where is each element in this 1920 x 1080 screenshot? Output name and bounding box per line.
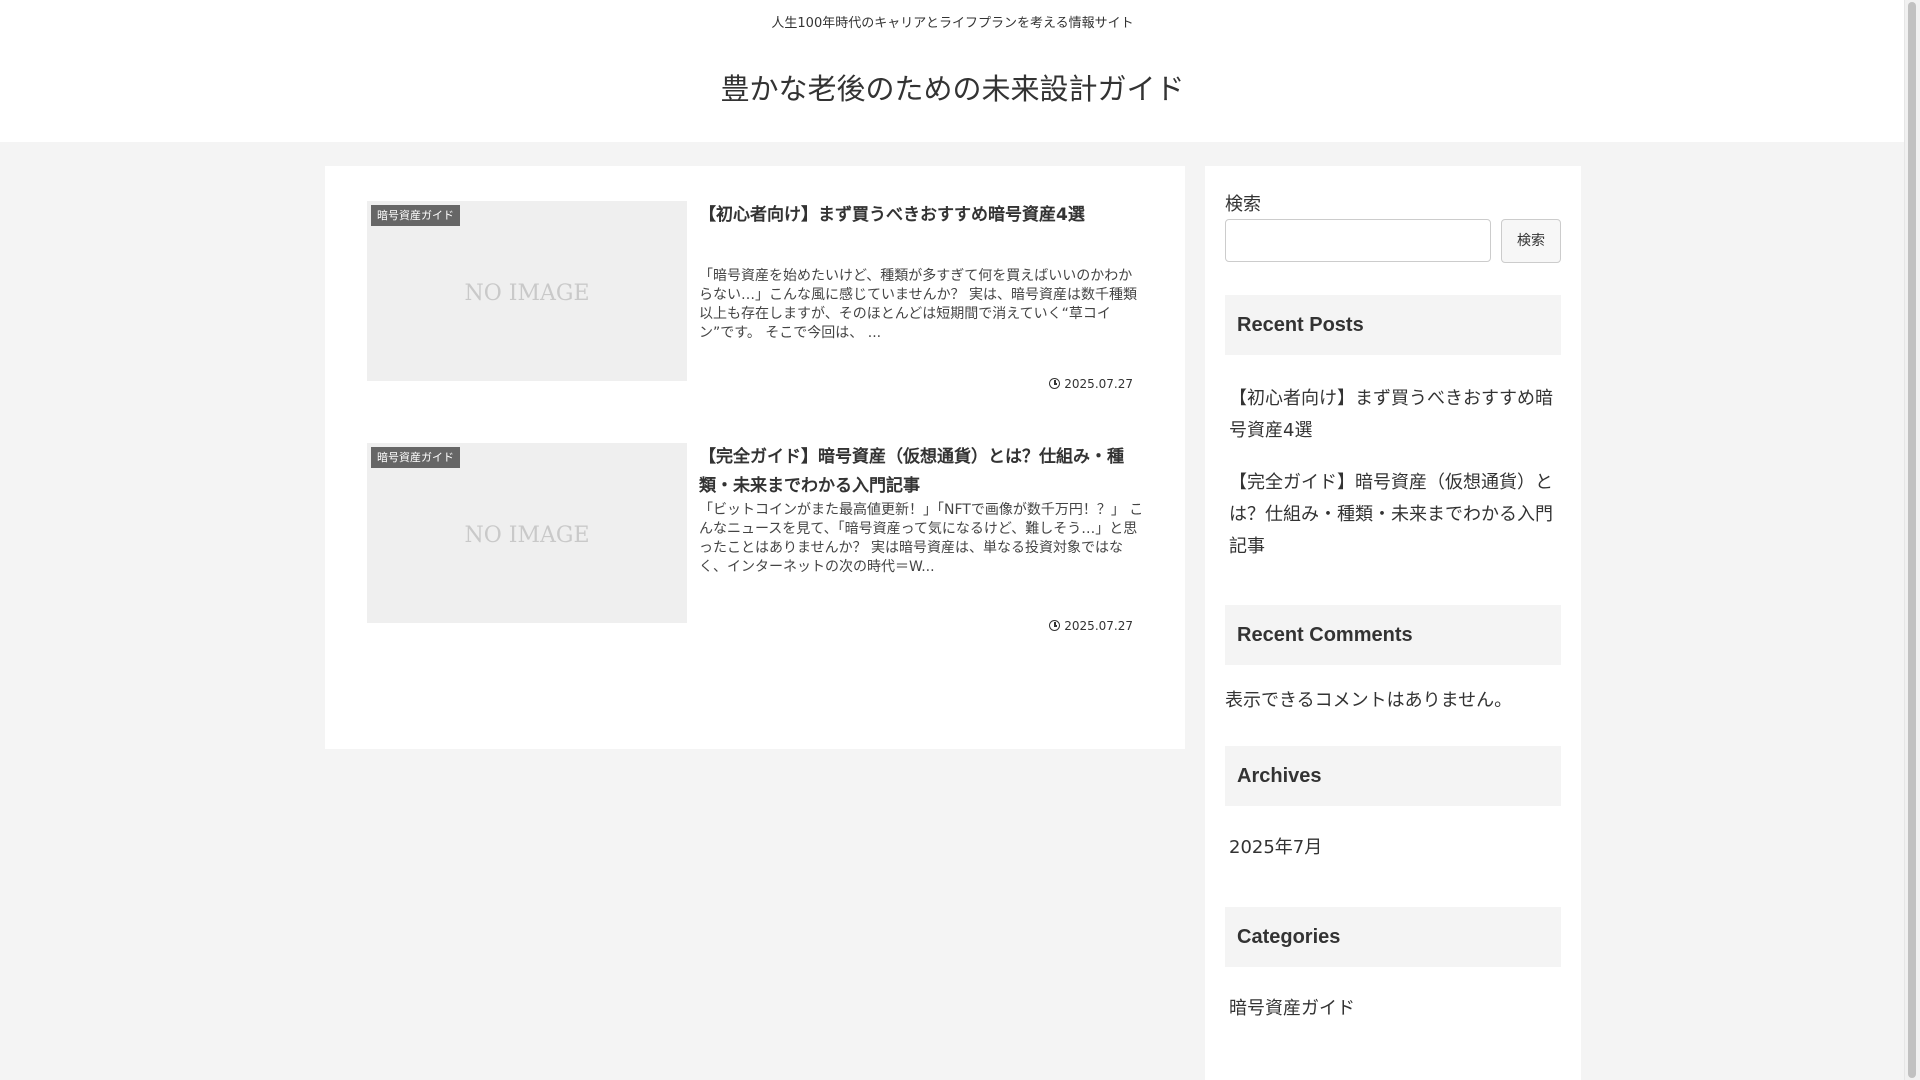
post-snippet: 「暗号資産を始めたいけど、種類が多すぎて何を買えばいいのかわからない…」こんな風… [699,268,1138,341]
search-button[interactable]: 検索 [1501,219,1561,263]
archives-heading: Archives [1225,746,1561,806]
no-comments-text: 表示できるコメントはありません。 [1225,690,1513,711]
clock-icon [1049,620,1061,631]
post-thumbnail[interactable]: NO IMAGE 暗号資産ガイド [367,443,687,623]
categories-heading: Categories [1225,907,1561,967]
category-badge: 暗号資産ガイド [371,205,460,226]
post-thumbnail[interactable]: NO IMAGE 暗号資産ガイド [367,201,687,381]
clock-icon [1049,378,1061,389]
sidebar: 検索 検索 Recent Posts 【初心者向け】まず買うべきおすすめ暗号資産… [1205,166,1581,1080]
post-date-text: 2025.07.27 [1064,377,1133,391]
post-date: 2025.07.27 [1049,377,1133,391]
site-title[interactable]: 豊かな老後のための未来設計ガイド [0,66,1905,108]
recent-posts-heading: Recent Posts [1225,295,1561,355]
no-image-placeholder: NO IMAGE [464,523,590,548]
post-card[interactable]: NO IMAGE 暗号資産ガイド 【初心者向け】まず買うべきおすすめ暗号資産4選… [367,201,1145,391]
site-tagline: 人生100年時代のキャリアとライフプランを考える情報サイト [771,16,1134,31]
post-date: 2025.07.27 [1049,619,1133,633]
post-card[interactable]: NO IMAGE 暗号資産ガイド 【完全ガイド】暗号資産（仮想通貨）とは？仕組み… [367,443,1145,633]
recent-post-link[interactable]: 【初心者向け】まず買うべきおすすめ暗号資産4選 [1229,383,1561,447]
category-link[interactable]: 暗号資産ガイド [1229,993,1561,1025]
post-list: NO IMAGE 暗号資産ガイド 【初心者向け】まず買うべきおすすめ暗号資産4選… [325,166,1185,749]
search-input[interactable] [1225,219,1491,262]
post-title[interactable]: 【完全ガイド】暗号資産（仮想通貨）とは？仕組み・種類・未来までわかる入門記事 [699,443,1139,501]
site-header: 人生100年時代のキャリアとライフプランを考える情報サイト 豊かな老後のための未… [0,0,1905,142]
search-label: 検索 [1225,194,1261,215]
post-title[interactable]: 【初心者向け】まず買うべきおすすめ暗号資産4選 [699,201,1139,230]
recent-post-link[interactable]: 【完全ガイド】暗号資産（仮想通貨）とは？仕組み・種類・未来までわかる入門記事 [1229,467,1561,563]
category-badge: 暗号資産ガイド [371,447,460,468]
post-snippet: 「ビットコインがまた最高値更新！」「NFTで画像が数千万円！？」 こんなニュース… [699,502,1144,575]
vertical-scrollbar[interactable] [1904,0,1920,1080]
recent-comments-heading: Recent Comments [1225,605,1561,665]
post-date-text: 2025.07.27 [1064,619,1133,633]
scrollbar-thumb[interactable] [1908,2,1916,1078]
no-image-placeholder: NO IMAGE [464,281,590,306]
archive-link[interactable]: 2025年7月 [1229,832,1561,864]
